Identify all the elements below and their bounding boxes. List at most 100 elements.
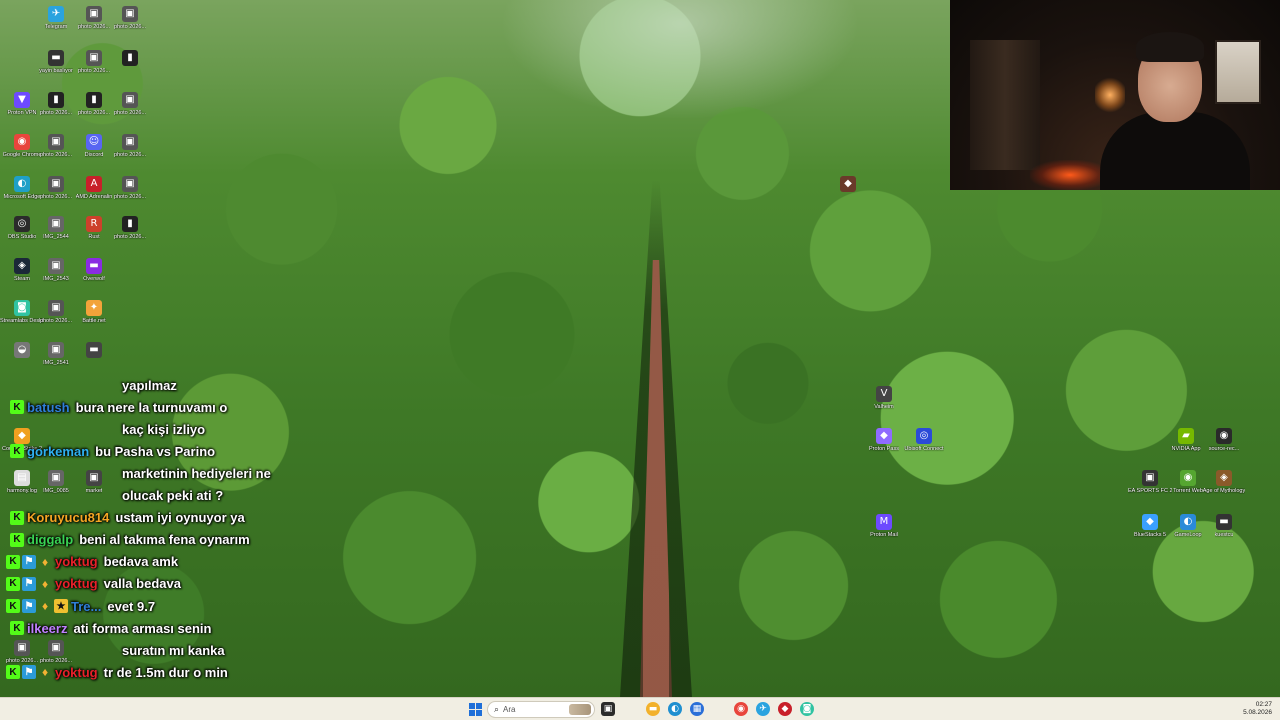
chat-message-text: kaç kişi izliyo: [122, 421, 206, 437]
stream-chat-overlay: yapılmaz Kbatush bura nere la turnuvamı o k…: [0, 375, 340, 685]
taskbar-app-edge[interactable]: ◐: [668, 702, 682, 716]
desktop-app-icon: ▰: [1178, 428, 1194, 444]
chat-message: marketinin hediyeleri ne: [122, 463, 271, 483]
desktop-icon-label: OBS Studio: [7, 234, 37, 240]
kick-badge-icon: K: [6, 554, 20, 569]
taskbar-search[interactable]: ⌕ Ara: [487, 701, 595, 718]
desktop-icon-label: photo 2026...: [113, 110, 147, 116]
chat-message: K ⚑ ♦ yoktug tr de 1.5m dur o min: [6, 662, 346, 682]
desktop-app-icon: ◎: [14, 216, 30, 232]
desktop-icon-label: Rust: [88, 234, 100, 240]
chat-username[interactable]: yoktug: [55, 665, 98, 680]
desktop-icon[interactable]: ▣ photo 2026...: [108, 6, 152, 46]
desktop-icon[interactable]: ◆ Proton Pass: [862, 428, 906, 468]
desktop-icon[interactable]: ◆: [826, 176, 870, 216]
clock-time: 02:27: [1255, 701, 1272, 708]
webcam-person-hair: [1136, 32, 1204, 62]
desktop-app-icon: V: [876, 386, 892, 402]
chat-message: Kdiggalp beni al takıma fena oynarım: [10, 530, 350, 550]
desktop-icon-label: IMG_2543: [43, 276, 69, 282]
chat-message-text: evet 9.7: [107, 598, 156, 614]
chat-badges: K: [10, 510, 24, 525]
taskbar-app-streamlabs[interactable]: ◙: [800, 702, 814, 716]
start-button[interactable]: [468, 702, 482, 716]
desktop-icon[interactable]: ▣ photo 2026...: [72, 50, 116, 90]
desktop-app-icon: ◈: [1216, 470, 1232, 486]
chat-username[interactable]: Tre...: [71, 599, 101, 614]
chat-username[interactable]: yoktug: [55, 576, 98, 591]
desktop-icon[interactable]: ▬ Overwolf: [72, 258, 116, 298]
desktop-icon-label: kuestcu: [1214, 532, 1234, 538]
chat-message-text: ustam iyi oynuyor ya: [115, 510, 245, 526]
chat-username[interactable]: diggalp: [27, 532, 73, 547]
desktop-icon[interactable]: ◉ source-rec...: [1202, 428, 1246, 468]
desktop-app-icon: ▮: [122, 50, 138, 66]
chat-message-text: valla bedava: [103, 576, 181, 592]
chat-message-text: yapılmaz: [122, 377, 177, 393]
chat-message: yapılmaz: [122, 375, 177, 395]
streamlabs-icon: ◙: [802, 704, 812, 714]
gem-badge-icon: ♦: [41, 576, 49, 591]
chat-badges: K ⚑ ♦: [6, 665, 52, 680]
taskbar-app-chrome[interactable]: ◉: [734, 702, 748, 716]
kick-badge-icon: K: [10, 621, 24, 636]
desktop-icon[interactable]: ☺ Discord: [72, 134, 116, 174]
task-view-button[interactable]: ▣: [601, 702, 615, 716]
desktop-icon[interactable]: ◎ Ubisoft Connect: [902, 428, 946, 468]
taskbar-app-app-red[interactable]: ◆: [778, 702, 792, 716]
chat-username[interactable]: gorkeman: [27, 444, 89, 459]
desktop-app-icon: ▼: [14, 92, 30, 108]
desktop-icon-label: photo 2026...: [39, 110, 73, 116]
desktop-app-icon: ▣: [48, 300, 64, 316]
chat-badges: K ⚑ ♦: [6, 576, 52, 591]
desktop-app-icon: ▣: [122, 6, 138, 22]
desktop-icon[interactable]: V Valheim: [862, 386, 906, 426]
kick-badge-icon: K: [10, 532, 24, 547]
chat-badges: K: [10, 444, 24, 459]
desktop-app-icon: ▣: [48, 176, 64, 192]
chat-message: kaç kişi izliyo: [122, 419, 205, 439]
desktop-icon[interactable]: R Rust: [72, 216, 116, 256]
desktop-icon-label: yayin baslıyor: [39, 68, 73, 74]
chat-username[interactable]: batush: [27, 400, 70, 415]
desktop-app-icon: ▬: [86, 342, 102, 358]
desktop-icon-label: photo 2026...: [39, 318, 73, 324]
taskbar-clock[interactable]: 02:27 5.08.2026: [1243, 701, 1272, 717]
desktop-icon[interactable]: ▮ photo 2026...: [72, 92, 116, 132]
chat-message: K ⚑ ♦ ★ Tre... evet 9.7: [6, 596, 346, 616]
chat-badges: K ⚑ ♦: [6, 554, 52, 569]
desktop-app-icon: ▮: [86, 92, 102, 108]
search-highlight-image: [569, 704, 591, 715]
chat-username[interactable]: ilkeerz: [27, 621, 67, 636]
taskbar: ⌕ Ara ▣ ▬ ◐ ▦ ◉ ✈ ◆ ◙ 02:27 5.08.2026: [0, 697, 1280, 720]
desktop-icon-label: photo 2026...: [113, 24, 147, 30]
desktop-icon[interactable]: M Proton Mail: [862, 514, 906, 554]
chrome-icon: ◉: [737, 704, 745, 714]
desktop-icon-label: Valheim: [874, 404, 894, 410]
desktop-icon[interactable]: ◈ Age of Mythology: [1202, 470, 1246, 510]
taskbar-app-telegram[interactable]: ✈: [756, 702, 770, 716]
desktop-icon[interactable]: ▬ kuestcu: [1202, 514, 1246, 554]
desktop-icon-label: Discord: [84, 152, 104, 158]
desktop-icon-label: photo 2026...: [77, 68, 111, 74]
desktop-app-icon: ◉: [1216, 428, 1232, 444]
desktop-app-icon: M: [876, 514, 892, 530]
kick-badge-icon: K: [6, 665, 20, 680]
chat-username[interactable]: yoktug: [55, 554, 98, 569]
desktop-icon[interactable]: A AMD Adrenalin: [72, 176, 116, 216]
chat-username[interactable]: Koruyucu814: [27, 510, 109, 525]
desktop-app-icon: ▣: [122, 92, 138, 108]
chat-badges: K ⚑ ♦ ★: [6, 599, 68, 613]
desktop-icon-label: photo 2026...: [77, 24, 111, 30]
desktop-icon[interactable]: ✦ Battle.net: [72, 300, 116, 340]
gem-badge-icon: ♦: [41, 599, 49, 613]
taskbar-app-file-explorer[interactable]: ▬: [646, 702, 660, 716]
desktop-app-icon: ▮: [48, 92, 64, 108]
chat-message: Kgorkeman bu Pasha vs Parino: [10, 441, 350, 461]
taskbar-app-store[interactable]: ▦: [690, 702, 704, 716]
app-red-icon: ◆: [781, 704, 789, 714]
chat-message-text: tr de 1.5m dur o min: [103, 664, 228, 680]
desktop-icon-label: NVIDIA App: [1171, 446, 1201, 452]
chat-message: K Koruyucu814 ustam iyi oynuyor ya: [10, 508, 350, 528]
chat-message: suratın mı kanka: [122, 640, 225, 660]
